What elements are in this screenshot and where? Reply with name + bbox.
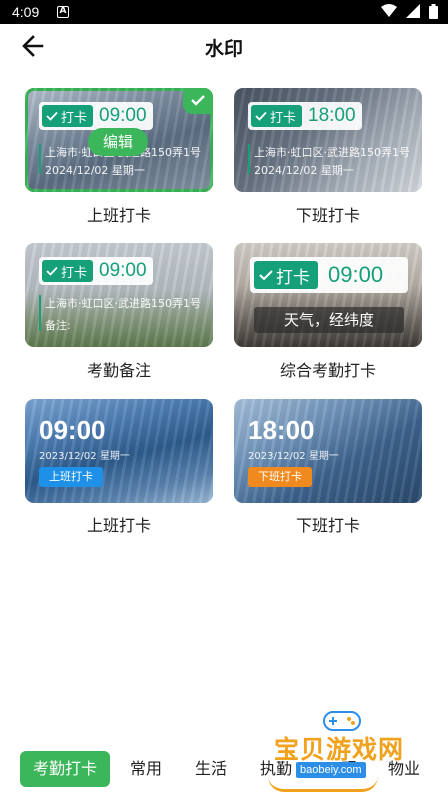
punch-tag: 打卡 [254, 261, 318, 289]
date-text: 2023/12/02 星期一 [248, 451, 339, 462]
punch-tag: 打卡 [42, 105, 94, 127]
note-label: 备注: [45, 319, 71, 332]
status-bar: 4:09 A [0, 0, 448, 24]
watermark-card-clock-in[interactable]: 打卡 09:00 上海市·虹口区·武进路150弄1号 2024/12/02 星期… [25, 88, 213, 192]
clock-out-badge: 下班打卡 [248, 467, 312, 487]
watermark-card-attendance-note[interactable]: 打卡 09:00 上海市·虹口区·武进路150弄1号 备注: [25, 243, 213, 347]
punch-stamp: 打卡 09:00 [39, 102, 153, 130]
page-title: 水印 [204, 38, 243, 60]
wifi-icon [380, 4, 397, 17]
punch-time: 09:00 [99, 260, 147, 281]
card-caption: 下班打卡 [295, 206, 360, 225]
tab-life[interactable]: 生活 [195, 751, 227, 787]
tab-attendance[interactable]: 考勤打卡 [20, 751, 111, 787]
check-icon [259, 270, 273, 281]
punch-tag: 打卡 [42, 260, 94, 282]
battery-icon [429, 4, 438, 19]
punch-stamp: 打卡 18:00 [248, 102, 362, 130]
weather-label: 天气，经纬度 [254, 307, 404, 333]
card-caption: 综合考勤打卡 [279, 361, 376, 380]
site-name: 宝贝游戏网 [274, 735, 405, 764]
card-caption: 考勤备注 [86, 361, 151, 380]
watermark-card-clock-out[interactable]: 打卡 18:00 上海市·虹口区·武进路150弄1号 2024/12/02 星期… [234, 88, 422, 192]
punch-tag-label: 打卡 [61, 110, 88, 126]
date-text: 2024/12/02 星期一 [254, 164, 354, 177]
check-icon [191, 95, 205, 106]
address-text: 上海市·虹口区·武进路150弄1号 [254, 146, 410, 159]
card-caption: 上班打卡 [86, 516, 151, 535]
watermark-card-comprehensive[interactable]: 打卡 09:00 天气，经纬度 [234, 243, 422, 347]
watermark-card-clock-out-alt[interactable]: 18:00 2023/12/02 星期一 下班打卡 [234, 399, 422, 503]
info-accent-bar [39, 295, 41, 331]
card-caption: 下班打卡 [295, 516, 360, 535]
check-icon [46, 266, 58, 276]
date-text: 2024/12/02 星期一 [45, 164, 145, 177]
site-swoosh [268, 776, 378, 792]
punch-tag: 打卡 [251, 105, 303, 127]
clock-time: 09:00 [39, 415, 106, 445]
punch-tag-label: 打卡 [61, 265, 88, 281]
address-text: 上海市·虹口区·武进路150弄1号 [45, 297, 201, 310]
status-icons [377, 4, 438, 20]
card-caption: 上班打卡 [86, 206, 151, 225]
info-accent-bar [248, 144, 250, 174]
status-time: 4:09 [12, 4, 40, 20]
check-icon [255, 111, 267, 121]
watermark-card-clock-in-alt[interactable]: 09:00 2023/12/02 星期一 上班打卡 [25, 399, 213, 503]
clock-time: 18:00 [248, 415, 315, 445]
date-text: 2023/12/02 星期一 [39, 451, 130, 462]
site-watermark: 宝贝游戏网 baobeiy.com [268, 708, 418, 794]
punch-time: 09:00 [99, 105, 147, 126]
punch-time: 09:00 [328, 262, 384, 287]
tab-common[interactable]: 常用 [130, 751, 162, 787]
signal-icon [405, 4, 420, 18]
clock-in-badge: 上班打卡 [39, 467, 103, 487]
header: 水印 [0, 24, 448, 68]
punch-stamp: 打卡 09:00 [39, 257, 153, 285]
check-icon [46, 111, 58, 121]
punch-time: 18:00 [308, 105, 356, 126]
punch-tag-label: 打卡 [276, 267, 310, 288]
notification-icon: A [57, 6, 69, 18]
selected-indicator [183, 88, 213, 114]
punch-stamp: 打卡 09:00 [250, 257, 408, 293]
info-accent-bar [39, 144, 41, 174]
punch-tag-label: 打卡 [270, 110, 297, 126]
edit-button[interactable]: 编辑 [88, 128, 148, 156]
